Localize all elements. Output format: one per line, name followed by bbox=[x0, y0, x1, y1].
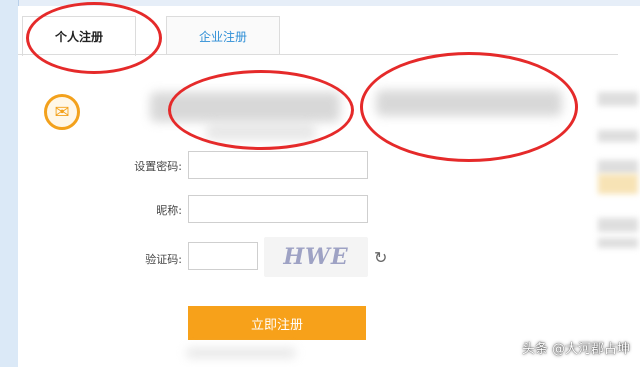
sidebar-block bbox=[598, 130, 638, 142]
captcha-text: HWE bbox=[283, 244, 349, 270]
email-hint-blurred bbox=[206, 124, 316, 140]
right-sidebar bbox=[590, 70, 640, 367]
email-domain-blurred[interactable] bbox=[376, 90, 562, 116]
tab-divider bbox=[18, 54, 618, 55]
tab-enterprise-label: 企业注册 bbox=[198, 29, 247, 44]
sidebar-block bbox=[598, 92, 638, 106]
sidebar-block bbox=[598, 218, 638, 232]
tab-personal-registration[interactable]: 个人注册 bbox=[22, 16, 136, 56]
email-icon: ✉ bbox=[44, 94, 80, 130]
window-left-edge bbox=[0, 0, 19, 367]
refresh-icon[interactable]: ↻ bbox=[374, 248, 387, 267]
captcha-image[interactable]: HWE bbox=[264, 237, 368, 277]
register-button-label: 立即注册 bbox=[250, 317, 303, 333]
captcha-label: 验证码: bbox=[145, 253, 182, 266]
password-field[interactable] bbox=[188, 151, 368, 179]
nickname-field[interactable] bbox=[188, 195, 368, 223]
registration-tabs: 个人注册 企业注册 bbox=[22, 16, 640, 58]
sidebar-block bbox=[598, 238, 638, 248]
agreement-text-blurred bbox=[186, 348, 296, 358]
captcha-input[interactable] bbox=[188, 242, 258, 270]
tab-enterprise-registration[interactable]: 企业注册 bbox=[166, 16, 280, 55]
password-label: 设置密码: bbox=[134, 160, 182, 173]
register-button[interactable]: 立即注册 bbox=[188, 306, 366, 340]
nickname-label: 昵称: bbox=[156, 204, 182, 217]
watermark: 头条 @大河郡占坤 bbox=[521, 342, 630, 357]
sidebar-block bbox=[598, 160, 638, 174]
tab-personal-label: 个人注册 bbox=[54, 30, 103, 44]
email-field-blurred[interactable] bbox=[150, 92, 340, 122]
sidebar-block bbox=[598, 174, 638, 194]
